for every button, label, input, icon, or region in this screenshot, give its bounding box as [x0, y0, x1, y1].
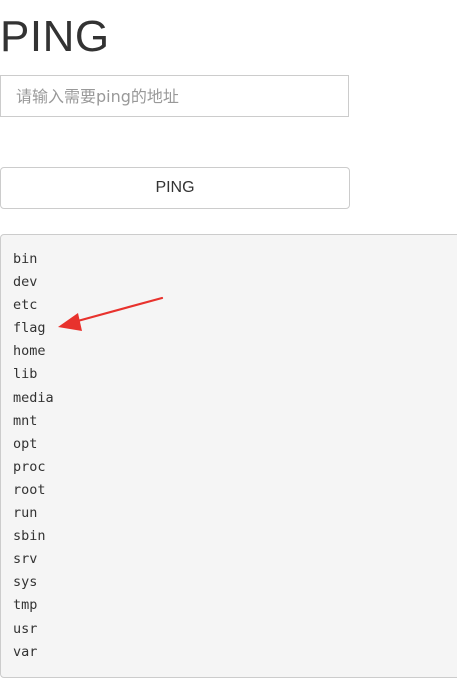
output-line: opt	[13, 435, 38, 452]
output-line: proc	[13, 458, 46, 475]
output-line: var	[13, 643, 38, 660]
output-line: bin	[13, 251, 38, 267]
output-list: bin dev etc flag home lib media mnt opt proc root r…	[13, 248, 457, 664]
output-line: lib	[13, 366, 38, 383]
output-line: srv	[13, 551, 38, 568]
output-line: mnt	[13, 412, 38, 429]
address-input[interactable]	[0, 75, 349, 117]
output-line: tmp	[13, 597, 38, 614]
ping-page: PING PING bin dev etc flag home lib media mnt op…	[0, 0, 457, 682]
output-line: usr	[13, 620, 38, 637]
output-line: root	[13, 481, 46, 498]
output-line: run	[13, 505, 38, 522]
output-line: media	[13, 389, 54, 406]
page-title: PING	[0, 12, 110, 61]
output-line: sys	[13, 574, 38, 591]
output-line: dev	[13, 274, 38, 291]
ping-button[interactable]: PING	[0, 167, 350, 209]
command-output: bin dev etc flag home lib media mnt opt proc root r…	[0, 234, 457, 678]
output-line: home	[13, 343, 46, 360]
output-line: etc	[13, 297, 38, 314]
output-line: flag	[13, 320, 46, 337]
output-line: sbin	[13, 528, 46, 545]
